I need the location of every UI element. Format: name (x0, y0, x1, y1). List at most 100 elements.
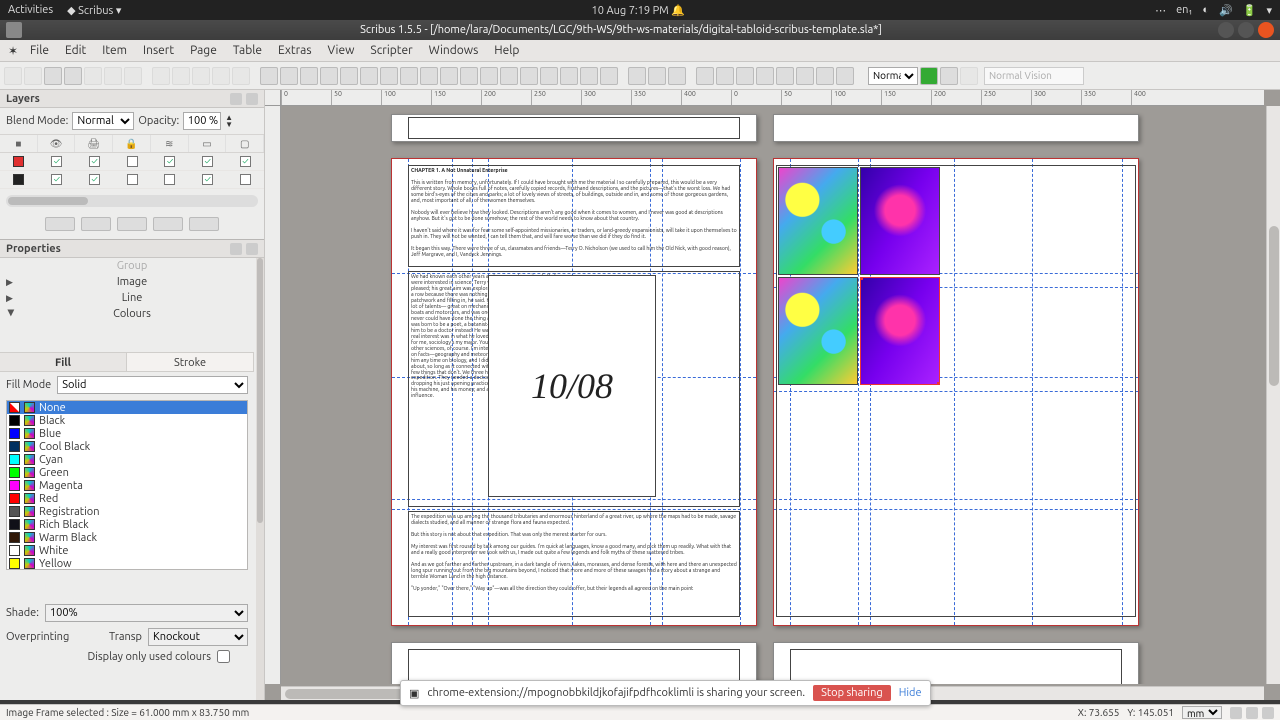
tool-shape[interactable] (360, 67, 378, 85)
tab-fill[interactable]: Fill (0, 353, 127, 371)
menu-file[interactable]: File (22, 42, 57, 59)
tool-pdf-link[interactable] (836, 67, 854, 85)
page-left[interactable]: CHAPTER 1. A Not Unnatural Enterprise Th… (391, 158, 757, 626)
status-page-nav-icon[interactable] (1246, 707, 1258, 719)
tool-pdf-annot[interactable] (816, 67, 834, 85)
text-frame-bottom[interactable]: The expedition was up among the thousand… (408, 511, 740, 617)
layer-print-check[interactable] (89, 174, 100, 185)
edit-in-preview[interactable] (960, 67, 978, 85)
color-item[interactable]: Cool Black (7, 440, 247, 453)
tool-eyedrop[interactable] (668, 67, 686, 85)
cms-toggle[interactable] (920, 67, 938, 85)
tab-stroke[interactable]: Stroke (127, 353, 254, 371)
color-item[interactable]: Rich Black (7, 518, 247, 531)
menu-table[interactable]: Table (225, 42, 270, 59)
tool-rotate[interactable] (500, 67, 518, 85)
tool-line[interactable] (420, 67, 438, 85)
color-item[interactable]: Warm Black (7, 531, 247, 544)
layer-visible-check[interactable] (51, 156, 62, 167)
tray-volume-icon[interactable]: 🔊 (1219, 4, 1233, 17)
tool-pdf-text[interactable] (736, 67, 754, 85)
color-item[interactable]: Red (7, 492, 247, 505)
tool-select[interactable] (260, 67, 278, 85)
layer-select-check[interactable] (240, 156, 251, 167)
ruler-origin[interactable] (265, 90, 281, 106)
tool-copy[interactable] (212, 67, 230, 85)
menu-item[interactable]: Item (94, 42, 135, 59)
panel-close-icon[interactable] (246, 243, 258, 255)
tool-new[interactable] (4, 67, 22, 85)
stop-sharing-button[interactable]: Stop sharing (813, 685, 891, 701)
menu-page[interactable]: Page (182, 42, 225, 59)
color-item[interactable]: Black (7, 414, 247, 427)
dup-layer-button[interactable] (117, 217, 147, 231)
page-next-left[interactable] (391, 642, 757, 684)
menu-edit[interactable]: Edit (57, 42, 94, 59)
layer-color-swatch[interactable] (13, 174, 24, 185)
tool-story-editor[interactable] (560, 67, 578, 85)
layer-visible-check[interactable] (51, 174, 62, 185)
tool-open[interactable] (24, 67, 42, 85)
menu-view[interactable]: View (320, 42, 363, 59)
menu-insert[interactable]: Insert (135, 42, 182, 59)
tool-save[interactable] (44, 67, 62, 85)
tray-a11y-icon[interactable]: ◐ (1202, 4, 1209, 16)
tool-table[interactable] (340, 67, 358, 85)
opacity-input[interactable] (183, 112, 221, 130)
color-item[interactable]: White (7, 544, 247, 557)
tool-redo[interactable] (172, 67, 190, 85)
tool-copy-props[interactable] (648, 67, 666, 85)
vision-mode-select[interactable]: Normal Vision (984, 67, 1084, 85)
tool-pdf-combo[interactable] (776, 67, 794, 85)
knockout-select[interactable]: Knockout (148, 628, 248, 646)
blend-mode-select[interactable]: Normal (72, 112, 134, 130)
shade-select[interactable]: 100% (45, 604, 248, 622)
tool-pdf-radio[interactable] (716, 67, 734, 85)
layer-flow-check[interactable] (164, 156, 175, 167)
layers-panel-header[interactable]: Layers (0, 90, 264, 108)
tool-preflight[interactable] (104, 67, 122, 85)
tool-zoom[interactable] (520, 67, 538, 85)
tool-undo[interactable] (152, 67, 170, 85)
menu-extras[interactable]: Extras (270, 42, 320, 59)
tool-link-frames[interactable] (580, 67, 598, 85)
layer-outline-check[interactable] (202, 174, 213, 185)
menu-help[interactable]: Help (486, 42, 527, 59)
image-frame-selected[interactable] (860, 277, 940, 385)
status-zoom-icon[interactable] (1230, 707, 1242, 719)
opacity-stepper[interactable]: ▲▼ (225, 114, 233, 128)
tool-polygon[interactable] (400, 67, 418, 85)
tool-textframe[interactable] (280, 67, 298, 85)
layer-down-button[interactable] (189, 217, 219, 231)
page-prev-right[interactable] (773, 114, 1139, 142)
clock[interactable]: 10 Aug 7:19 PM 🔔 (121, 4, 1155, 17)
tool-close[interactable] (64, 67, 82, 85)
color-item[interactable]: None (7, 401, 247, 414)
add-layer-button[interactable] (45, 217, 75, 231)
layer-outline-check[interactable] (202, 156, 213, 167)
remove-layer-button[interactable] (81, 217, 111, 231)
layer-print-check[interactable] (89, 156, 100, 167)
horizontal-ruler[interactable]: 0501001502002503003504000501001502002503… (281, 90, 1264, 106)
color-item[interactable]: Green (7, 466, 247, 479)
image-frame-2[interactable] (860, 167, 940, 275)
section-line[interactable]: ▶Line (0, 290, 254, 306)
color-item[interactable]: Cyan (7, 453, 247, 466)
hide-share-button[interactable]: Hide (899, 687, 922, 699)
tool-imageframe[interactable] (300, 67, 318, 85)
view-mode-select[interactable]: Normal (868, 67, 918, 85)
page-prev-left[interactable] (391, 114, 757, 142)
tool-unlink-frames[interactable] (600, 67, 618, 85)
image-frame-1[interactable] (778, 167, 858, 275)
status-layer-icon[interactable] (1262, 707, 1274, 719)
window-close-button[interactable] (1258, 22, 1274, 38)
tool-measure[interactable] (628, 67, 646, 85)
tool-pdf-pushbutton[interactable] (696, 67, 714, 85)
layer-lock-check[interactable] (127, 174, 138, 185)
layer-lock-check[interactable] (127, 156, 138, 167)
tray-more-icon[interactable]: ⋯ (1155, 4, 1166, 17)
tool-bezier[interactable] (440, 67, 458, 85)
unit-select[interactable]: mm (1182, 706, 1222, 719)
tray-battery-icon[interactable]: 🔋 (1243, 4, 1257, 17)
date-frame[interactable]: 10/08 (488, 275, 656, 497)
